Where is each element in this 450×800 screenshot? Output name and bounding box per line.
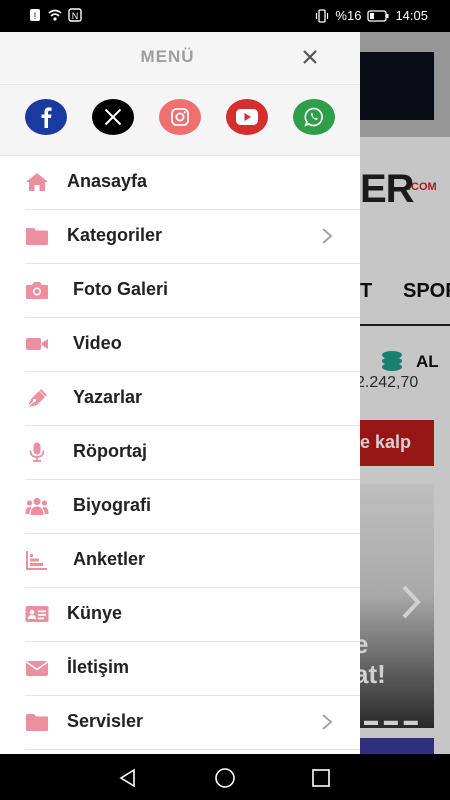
microphone-icon xyxy=(29,442,45,462)
folder-icon xyxy=(26,228,48,245)
instagram-button[interactable] xyxy=(159,99,201,135)
wifi-icon xyxy=(48,9,62,21)
close-icon[interactable] xyxy=(302,49,318,65)
menu-item-roportaj[interactable]: Röportaj xyxy=(25,426,360,480)
drawer-header: MENÜ xyxy=(0,32,360,85)
pen-icon xyxy=(27,389,47,408)
menu-item-label: Servisler xyxy=(67,711,144,731)
back-icon[interactable] xyxy=(118,768,138,788)
drawer-menu: Anasayfa Kategoriler Foto Galeri Video Y… xyxy=(0,156,360,750)
menu-item-kategoriler[interactable]: Kategoriler xyxy=(25,210,360,264)
video-icon xyxy=(26,338,48,350)
menu-item-label: Anketler xyxy=(73,549,146,569)
clock: 14:05 xyxy=(395,8,428,23)
users-icon xyxy=(25,497,49,515)
battery-icon xyxy=(367,9,389,22)
chevron-right-icon[interactable] xyxy=(321,712,333,732)
whatsapp-button[interactable] xyxy=(293,99,335,135)
close-button[interactable] xyxy=(302,45,318,71)
nfc-icon: N xyxy=(68,8,82,22)
menu-item-servisler[interactable]: Servisler xyxy=(25,696,360,750)
menu-item-anketler[interactable]: Anketler xyxy=(25,534,360,588)
menu-item-label: Foto Galeri xyxy=(73,279,169,299)
status-left-icons: ! N xyxy=(28,8,82,22)
vibrate-icon xyxy=(316,8,329,23)
recents-icon[interactable] xyxy=(311,768,331,788)
menu-item-label: Kategoriler xyxy=(67,225,163,245)
menu-item-anasayfa[interactable]: Anasayfa xyxy=(25,156,360,210)
menu-item-kunye[interactable]: Künye xyxy=(25,588,360,642)
youtube-button[interactable] xyxy=(226,99,268,135)
whatsapp-icon xyxy=(304,107,323,127)
sim-icon: ! xyxy=(30,9,40,21)
menu-item-yazarlar[interactable]: Yazarlar xyxy=(25,372,360,426)
menu-item-iletisim[interactable]: İletişim xyxy=(25,642,360,696)
menu-item-video[interactable]: Video xyxy=(25,318,360,372)
status-right: %16 14:05 xyxy=(315,8,428,23)
social-links xyxy=(0,85,360,156)
menu-item-label: İletişim xyxy=(67,657,130,677)
menu-item-biyografi[interactable]: Biyografi xyxy=(25,480,360,534)
folder-icon xyxy=(26,714,48,731)
camera-icon xyxy=(26,282,48,299)
envelope-icon xyxy=(26,661,48,676)
svg-text:N: N xyxy=(72,11,79,21)
x-button[interactable] xyxy=(92,99,134,135)
menu-item-label: Anasayfa xyxy=(67,171,148,191)
svg-text:!: ! xyxy=(34,11,37,21)
side-drawer: MENÜ Anasayfa Kategoriler Foto Galeri Vi… xyxy=(0,32,360,754)
status-bar: ! N %16 14:05 xyxy=(0,0,450,32)
facebook-icon xyxy=(41,107,52,128)
menu-item-label: Künye xyxy=(67,603,123,623)
menu-item-label: Biyografi xyxy=(73,495,152,515)
id-card-icon xyxy=(25,606,49,622)
x-logo-icon xyxy=(104,108,122,126)
menu-item-label: Röportaj xyxy=(73,441,147,461)
menu-item-label: Yazarlar xyxy=(73,387,143,407)
youtube-icon xyxy=(236,109,258,125)
drawer-title: MENÜ xyxy=(140,47,195,66)
menu-item-label: Video xyxy=(73,333,122,353)
home-button-icon[interactable] xyxy=(214,767,236,789)
chart-icon xyxy=(26,551,47,570)
chevron-right-icon[interactable] xyxy=(321,226,333,246)
system-nav-bar xyxy=(0,754,450,800)
facebook-button[interactable] xyxy=(25,99,67,135)
instagram-icon xyxy=(171,108,189,126)
menu-item-foto-galeri[interactable]: Foto Galeri xyxy=(25,264,360,318)
home-icon xyxy=(26,173,48,191)
battery-percent: %16 xyxy=(335,8,362,23)
